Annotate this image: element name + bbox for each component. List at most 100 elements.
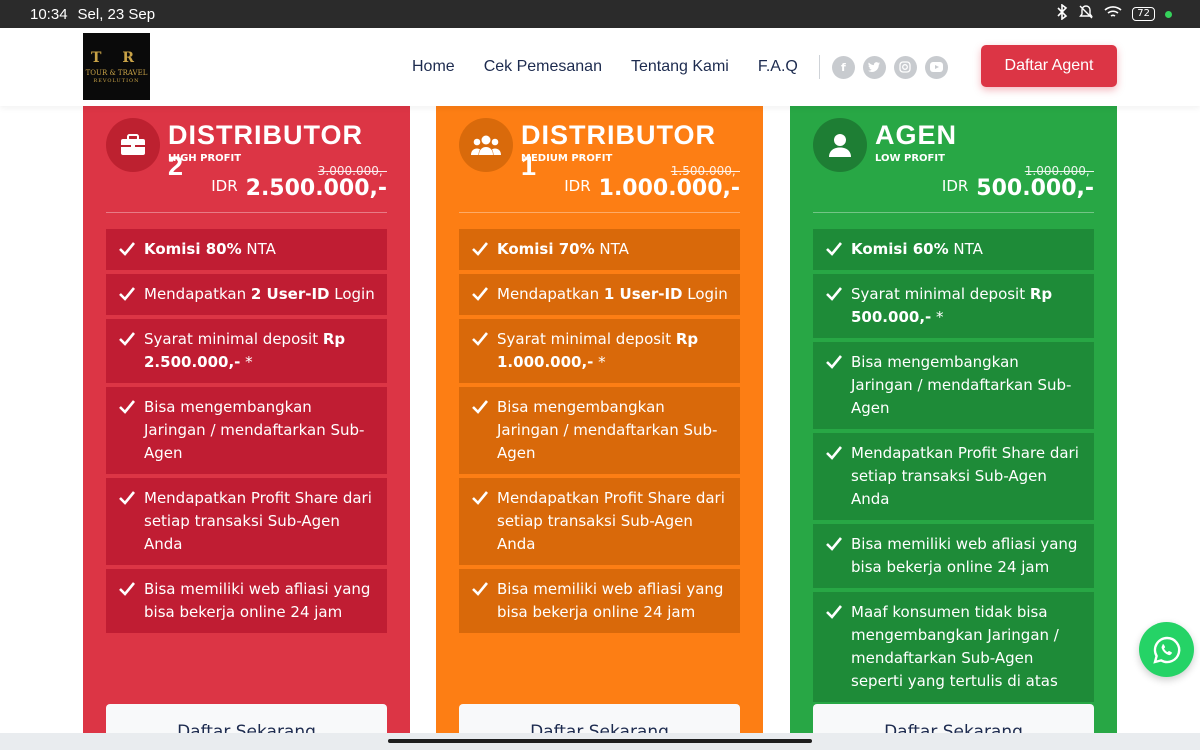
logo-line1: TOUR & TRAVEL	[85, 68, 148, 77]
plan-header: DISTRIBUTOR 2 HIGH PROFIT 3.000.000,- ID…	[106, 106, 387, 213]
logo-line2: REVOLUTION	[93, 77, 140, 84]
price-currency: IDR	[211, 177, 238, 195]
price-amount: 2.500.000,-	[245, 176, 387, 201]
users-icon	[459, 118, 513, 172]
feature-item: Mendapatkan Profit Share dari setiap tra…	[106, 478, 387, 565]
check-icon	[826, 605, 843, 619]
feature-text: NTA	[948, 240, 983, 258]
check-icon	[826, 446, 843, 460]
check-icon	[472, 491, 489, 505]
nav-divider	[818, 55, 820, 79]
youtube-icon[interactable]	[924, 55, 948, 79]
check-icon	[472, 582, 489, 596]
daftar-agent-button[interactable]: Daftar Agent	[981, 45, 1117, 87]
feature-list: Komisi 60% NTA Syarat minimal deposit Rp …	[813, 229, 1094, 702]
plan-card-agen: AGEN LOW PROFIT 1.000.000,- IDR 500.000,…	[790, 106, 1117, 750]
plan-price: IDR 1.000.000,-	[564, 176, 740, 201]
system-status-bar: 10:34 Sel, 23 Sep 72	[0, 0, 1200, 28]
feature-text: *	[931, 308, 944, 326]
check-icon	[472, 287, 489, 301]
user-icon	[813, 118, 867, 172]
feature-text: Komisi 70%	[497, 240, 595, 258]
instagram-icon[interactable]	[893, 55, 917, 79]
feature-text: Syarat minimal deposit	[497, 330, 676, 348]
plan-price: IDR 500.000,-	[942, 176, 1094, 201]
check-icon	[826, 242, 843, 256]
check-icon	[472, 242, 489, 256]
plan-header: DISTRIBUTOR 1 MEDIUM PROFIT 1.500.000,- …	[459, 106, 740, 213]
check-icon	[119, 287, 136, 301]
feature-item: Bisa memiliki web afliasi yang bisa beke…	[106, 569, 387, 633]
feature-item: Syarat minimal deposit Rp 1.000.000,- *	[459, 319, 740, 383]
feature-item: Maaf konsumen tidak bisa mengembangkan J…	[813, 592, 1094, 702]
nav-faq[interactable]: F.A.Q	[758, 58, 798, 76]
feature-item: Mendapatkan 2 User-ID Login	[106, 274, 387, 315]
brand-logo[interactable]: T R TOUR & TRAVEL REVOLUTION	[83, 33, 150, 100]
feature-text: Bisa mengembangkan Jaringan / mendaftark…	[144, 398, 365, 462]
price-currency: IDR	[564, 177, 591, 195]
feature-text: 1 User-ID	[603, 285, 683, 303]
feature-item: Bisa mengembangkan Jaringan / mendaftark…	[813, 342, 1094, 429]
feature-text: NTA	[241, 240, 276, 258]
mute-icon	[1078, 4, 1094, 24]
feature-item: Bisa mengembangkan Jaringan / mendaftark…	[106, 387, 387, 474]
feature-text: *	[593, 353, 606, 371]
check-icon	[119, 491, 136, 505]
plan-card-distributor-2: DISTRIBUTOR 2 HIGH PROFIT 3.000.000,- ID…	[83, 106, 410, 750]
privacy-dot-icon	[1165, 10, 1172, 18]
check-icon	[119, 332, 136, 346]
site-header: T R TOUR & TRAVEL REVOLUTION Home Cek Pe…	[0, 28, 1200, 106]
feature-item: Bisa memiliki web afliasi yang bisa beke…	[459, 569, 740, 633]
feature-item: Komisi 80% NTA	[106, 229, 387, 270]
check-icon	[472, 332, 489, 346]
gesture-handle[interactable]	[388, 739, 812, 743]
feature-text: Mendapatkan	[144, 285, 251, 303]
feature-text: Mendapatkan Profit Share dari setiap tra…	[144, 489, 372, 553]
facebook-icon[interactable]: f	[831, 55, 855, 79]
logo-mark: T R	[91, 49, 142, 66]
feature-text: Bisa memiliki web afliasi yang bisa beke…	[144, 580, 371, 621]
feature-text: Mendapatkan	[497, 285, 604, 303]
feature-text: Bisa memiliki web afliasi yang bisa beke…	[497, 580, 724, 621]
check-icon	[826, 287, 843, 301]
feature-item: Bisa memiliki web afliasi yang bisa beke…	[813, 524, 1094, 588]
price-amount: 1.000.000,-	[598, 176, 740, 201]
pricing-section: DISTRIBUTOR 2 HIGH PROFIT 3.000.000,- ID…	[0, 106, 1200, 750]
feature-item: Mendapatkan Profit Share dari setiap tra…	[813, 433, 1094, 520]
check-icon	[119, 582, 136, 596]
battery-indicator: 72	[1132, 7, 1155, 21]
plan-price: IDR 2.500.000,-	[211, 176, 387, 201]
twitter-icon[interactable]	[862, 55, 886, 79]
feature-text: Login	[329, 285, 375, 303]
feature-item: Komisi 60% NTA	[813, 229, 1094, 270]
clock-date: Sel, 23 Sep	[77, 5, 156, 23]
feature-text: Bisa mengembangkan Jaringan / mendaftark…	[851, 353, 1072, 417]
feature-text: *	[240, 353, 253, 371]
bluetooth-icon	[1056, 3, 1068, 24]
plan-tag: MEDIUM PROFIT	[521, 153, 613, 164]
plan-name: AGEN	[875, 120, 958, 150]
check-icon	[119, 400, 136, 414]
feature-text: Login	[682, 285, 728, 303]
nav-home[interactable]: Home	[412, 58, 455, 76]
feature-text: Syarat minimal deposit	[851, 285, 1030, 303]
social-links: f	[831, 55, 948, 79]
feature-item: Mendapatkan Profit Share dari setiap tra…	[459, 478, 740, 565]
nav-cek-pemesanan[interactable]: Cek Pemesanan	[484, 58, 602, 76]
plan-tag: HIGH PROFIT	[168, 153, 242, 164]
feature-item: Syarat minimal deposit Rp 500.000,- *	[813, 274, 1094, 338]
briefcase-icon	[106, 118, 160, 172]
feature-text: Syarat minimal deposit	[144, 330, 323, 348]
plan-header: AGEN LOW PROFIT 1.000.000,- IDR 500.000,…	[813, 106, 1094, 213]
wifi-icon	[1104, 5, 1122, 23]
feature-text: 2 User-ID	[250, 285, 330, 303]
whatsapp-icon[interactable]	[1139, 622, 1194, 677]
feature-text: Mendapatkan Profit Share dari setiap tra…	[497, 489, 725, 553]
check-icon	[119, 242, 136, 256]
feature-text: Komisi 60%	[851, 240, 949, 258]
feature-item: Syarat minimal deposit Rp 2.500.000,- *	[106, 319, 387, 383]
main-nav: Home Cek Pemesanan Tentang Kami F.A.Q f	[412, 28, 948, 106]
clock-time: 10:34	[30, 5, 68, 23]
nav-tentang-kami[interactable]: Tentang Kami	[631, 58, 729, 76]
feature-list: Komisi 80% NTA Mendapatkan 2 User-ID Logi…	[106, 229, 387, 633]
